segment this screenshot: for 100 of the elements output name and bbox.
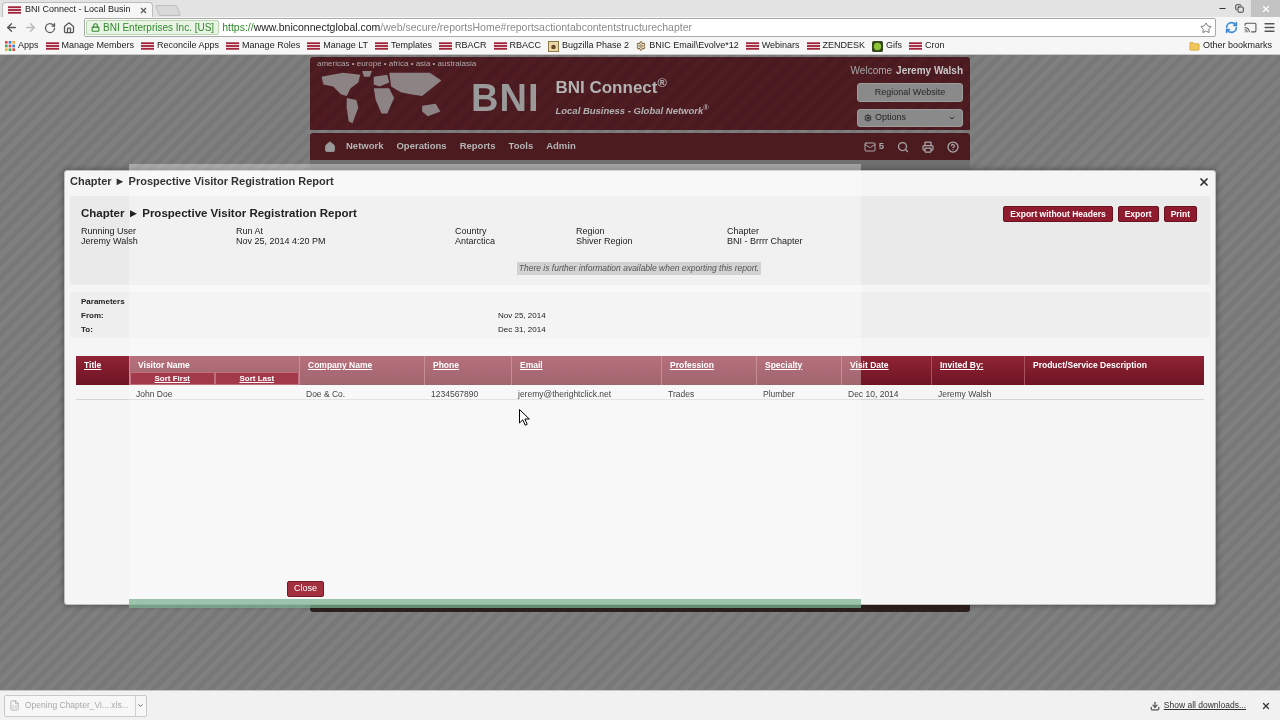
back-arrow-icon: [5, 21, 18, 34]
parameters-heading: Parameters: [81, 296, 125, 308]
download-icon: [1149, 700, 1160, 711]
close-button[interactable]: [1197, 175, 1210, 188]
bookmark-item[interactable]: Manage Members: [45, 39, 135, 53]
info-value: Antarctica: [455, 236, 496, 247]
column-header: Product/Service Description: [1032, 359, 1147, 372]
mail-icon[interactable]: [863, 140, 876, 153]
logo-icon: [141, 42, 155, 50]
bookmark-item[interactable]: ZENDESK: [806, 39, 866, 53]
close-icon: [1260, 3, 1271, 14]
table-cell: Jeremy Walsh: [938, 389, 992, 399]
file-icon: [9, 700, 20, 711]
logo-icon: [806, 42, 820, 50]
info-label: Region: [576, 226, 605, 237]
close-dialog-button[interactable]: Close: [287, 580, 324, 597]
sort-link[interactable]: Visit Date: [842, 359, 889, 372]
table-cell: Doe & Co.: [306, 389, 346, 399]
bookmark-item[interactable]: Bugzilla Phase 2: [548, 39, 630, 53]
bookmark-item[interactable]: BNIC Email\Evolve*12: [636, 39, 739, 53]
sort-link[interactable]: Phone: [425, 359, 459, 372]
logo-icon: [493, 42, 507, 50]
bookmark-item[interactable]: RBACC: [493, 39, 542, 53]
table-cell: Dec 10, 2014: [848, 389, 899, 399]
action-button[interactable]: Export: [1117, 206, 1159, 222]
sort-link[interactable]: Email: [512, 359, 543, 372]
user-name: Jeremy Walsh: [896, 64, 963, 78]
info-value: Jeremy Walsh: [81, 236, 138, 247]
caret-icon: [948, 114, 956, 122]
logo-icon: [375, 42, 388, 50]
parameter-label: From:: [81, 310, 105, 322]
info-label: Country: [455, 226, 487, 237]
dialog-title: Chapter ► Prospective Visitor Registration Report: [70, 174, 334, 190]
show-all-downloads-link[interactable]: Show all downloads...: [1163, 699, 1246, 712]
bookmark-item[interactable]: Manage Roles: [226, 39, 301, 53]
parameter-value: Nov 25, 2014: [498, 310, 546, 322]
bookmark-item[interactable]: Manage LT: [307, 39, 368, 53]
home-icon[interactable]: [324, 140, 336, 153]
nav-link[interactable]: Reports: [459, 139, 496, 154]
lock-icon: [91, 23, 100, 32]
logo-icon: [745, 42, 759, 50]
logo-icon: [307, 42, 321, 50]
regional-website-button[interactable]: Regional Website: [857, 83, 963, 102]
action-button[interactable]: Print: [1163, 206, 1197, 222]
column-header: Visitor Name: [137, 359, 190, 372]
info-value: BNI - Brrrr Chapter: [727, 236, 803, 247]
logo-icon: [909, 42, 923, 50]
sort-link[interactable]: Specialty: [757, 359, 803, 372]
brand-tagline: Local Business - Global Network$^{®}$: [555, 104, 709, 118]
other-bookmarks-folder[interactable]: Other bookmarks: [1188, 39, 1272, 53]
print-icon[interactable]: [922, 140, 934, 153]
bookmark-item[interactable]: Reconcile Apps: [141, 39, 220, 53]
info-value: Shiver Region: [576, 236, 633, 247]
url-text: https://www.bniconnectglobal.com/web/secure/reportsHome#reportsactiontabcontentstructurechapter: [222, 19, 692, 35]
reload-icon: [43, 21, 56, 34]
nav-link[interactable]: Network: [346, 139, 384, 154]
table-cell: 1234567890: [431, 389, 479, 399]
table-cell: Plumber: [763, 389, 795, 399]
action-button[interactable]: Export without Headers: [1003, 206, 1113, 222]
sort-button[interactable]: Sort Last: [214, 372, 299, 385]
help-icon[interactable]: [947, 140, 959, 153]
sort-link[interactable]: Invited By:: [932, 359, 984, 372]
sort-link[interactable]: Title: [76, 359, 102, 372]
nav-link[interactable]: Operations: [396, 139, 447, 154]
bookmark-item[interactable]: Gifs: [872, 39, 903, 53]
cast-icon[interactable]: [1244, 21, 1257, 34]
apps-grid-icon: [5, 41, 15, 51]
bookmark-item[interactable]: Apps: [5, 39, 39, 53]
nav-link[interactable]: Tools: [508, 139, 534, 154]
bookmark-item[interactable]: Cron: [909, 39, 945, 53]
sync-icon[interactable]: [1225, 21, 1238, 34]
nav-link[interactable]: Admin: [546, 139, 576, 154]
home-icon: [62, 21, 75, 34]
sort-link[interactable]: Profession: [662, 359, 714, 372]
site-identity-badge[interactable]: BNI Enterprises Inc. [US]: [86, 20, 220, 35]
close-icon[interactable]: [138, 5, 148, 15]
sort-button[interactable]: Sort First: [130, 372, 215, 385]
logo-icon: [45, 42, 59, 50]
sort-link[interactable]: Company Name: [300, 359, 373, 372]
report-title: Chapter ► Prospective Visitor Registration Report: [81, 206, 357, 221]
close-icon: [1197, 175, 1210, 188]
logo-icon: [226, 42, 240, 50]
options-dropdown[interactable]: Options: [857, 109, 963, 127]
address-bar[interactable]: BNI Enterprises Inc. [US] https://www.bniconnectglobal.com/web/secure/reportsHome#reportsactiontabcontentstructurechapter: [84, 18, 1216, 37]
bookmark-item[interactable]: RBACR: [439, 39, 487, 53]
framed-picture-icon: [548, 40, 560, 52]
bookmark-item[interactable]: Templates: [375, 39, 433, 53]
export-notice: There is further information available when exporting this report.: [516, 262, 762, 275]
info-value: Nov 25, 2014 4:20 PM: [236, 236, 326, 247]
search-icon[interactable]: [897, 140, 909, 153]
bookmark-item[interactable]: Webinars: [745, 39, 800, 53]
table-cell: jeremy@therightclick.net: [518, 389, 612, 399]
menu-icon[interactable]: [1263, 21, 1276, 34]
parameter-value: Dec 31, 2014: [498, 324, 546, 336]
gear-icon: [636, 41, 647, 51]
folder-icon: [1188, 40, 1200, 52]
browser-tab[interactable]: BNI Connect - Local Busin: [2, 2, 153, 17]
bookmark-star-icon[interactable]: [1200, 21, 1212, 34]
table-cell: John Doe: [136, 389, 173, 399]
bni-logo: BNI: [471, 79, 540, 117]
